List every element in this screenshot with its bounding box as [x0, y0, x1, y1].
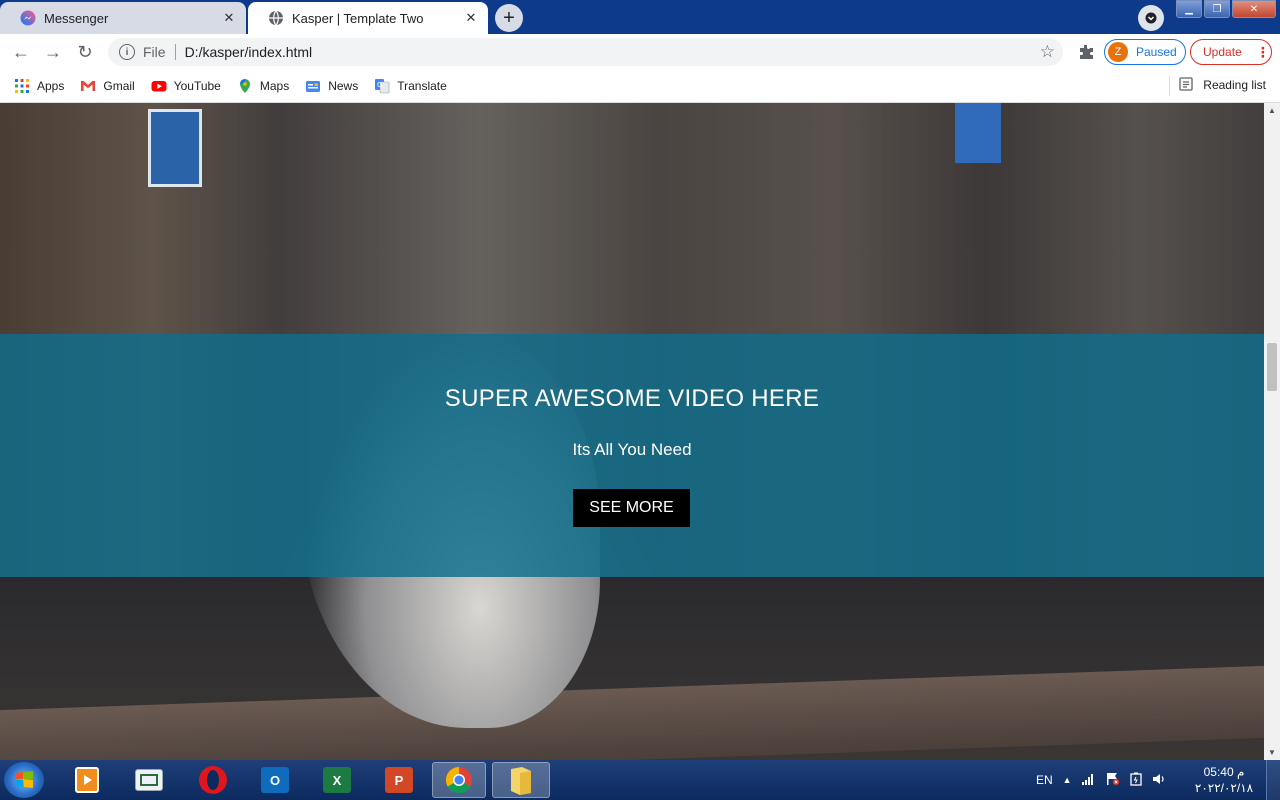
window-controls: ▁ ❐ ✕ — [1176, 0, 1276, 18]
show-desktop-button[interactable] — [1266, 760, 1280, 800]
system-tray: EN ▲ — [1036, 760, 1166, 800]
taskbar-clock[interactable]: 05:40 م ٢٠٢٢/٠٢/١٨ — [1192, 764, 1256, 796]
powerpoint-icon[interactable]: P — [374, 762, 424, 798]
profile-button[interactable]: Z Paused — [1104, 39, 1186, 65]
url-text[interactable]: D:/kasper/index.html — [185, 44, 313, 60]
reading-list-icon — [1179, 77, 1195, 93]
maps-pin-icon — [237, 78, 253, 94]
volume-icon[interactable] — [1152, 772, 1166, 789]
tab-search-icon[interactable] — [1138, 5, 1164, 31]
reading-list-label: Reading list — [1203, 78, 1266, 92]
bookmarks-divider — [1169, 76, 1170, 96]
outlook-icon[interactable]: O — [250, 762, 300, 798]
clock-time: 05:40 م — [1203, 765, 1245, 779]
bookmark-star-icon[interactable]: ☆ — [1040, 42, 1055, 62]
see-more-button[interactable]: SEE MORE — [573, 489, 690, 527]
bookmark-label: News — [328, 79, 359, 93]
close-tab-icon[interactable]: ✕ — [220, 9, 238, 27]
screen-icon[interactable] — [124, 762, 174, 798]
apps-grid-icon — [14, 78, 30, 94]
address-divider — [174, 44, 176, 60]
window-close-icon[interactable]: ✕ — [1232, 0, 1276, 18]
minimize-icon[interactable]: ▁ — [1176, 0, 1202, 18]
bookmark-youtube[interactable]: YouTube — [151, 78, 221, 94]
show-hidden-icons-icon[interactable]: ▲ — [1063, 775, 1072, 785]
bookmark-gmail[interactable]: Gmail — [80, 78, 135, 94]
network-signal-icon[interactable] — [1081, 773, 1096, 788]
action-center-flag-icon[interactable] — [1106, 772, 1120, 789]
address-bar[interactable]: i File D:/kasper/index.html ☆ — [108, 38, 1063, 66]
video-section: SUPER AWESOME VIDEO HERE Its All You Nee… — [0, 334, 1264, 577]
tab-title: Messenger — [44, 10, 109, 26]
excel-icon[interactable]: X — [312, 762, 362, 798]
back-arrow-icon[interactable]: ← — [7, 38, 35, 66]
battery-power-icon[interactable] — [1129, 772, 1142, 789]
video-subtitle: Its All You Need — [572, 440, 692, 459]
page-viewport: SUPER AWESOME VIDEO HERE Its All You Nee… — [0, 103, 1264, 760]
background-photo — [148, 109, 202, 187]
clock-date: ٢٠٢٢/٠٢/١٨ — [1194, 781, 1254, 795]
messenger-icon — [20, 10, 36, 26]
youtube-icon — [151, 78, 167, 94]
kebab-menu-icon[interactable]: ⋮ — [1256, 44, 1270, 61]
news-icon — [305, 78, 321, 94]
translate-icon: G — [374, 78, 390, 94]
bookmark-translate[interactable]: G Translate — [374, 78, 447, 94]
gmail-icon — [80, 78, 96, 94]
page-scrollbar[interactable]: ▲ ▼ — [1264, 103, 1280, 760]
avatar: Z — [1108, 42, 1128, 62]
media-player-icon[interactable] — [62, 762, 112, 798]
forward-arrow-icon[interactable]: → — [39, 38, 67, 66]
bookmark-news[interactable]: News — [305, 78, 358, 94]
background-photo — [955, 103, 1001, 163]
scroll-thumb[interactable] — [1267, 343, 1277, 391]
bookmarks-bar: Apps Gmail YouTube Maps News G Translate — [0, 70, 1280, 103]
close-tab-icon[interactable]: ✕ — [462, 9, 480, 27]
extensions-puzzle-icon[interactable] — [1076, 42, 1096, 62]
bookmark-label: Translate — [397, 79, 447, 93]
opera-icon[interactable] — [188, 762, 238, 798]
tab-kasper[interactable]: Kasper | Template Two ✕ — [248, 2, 488, 34]
bookmark-apps[interactable]: Apps — [14, 78, 64, 94]
restore-icon[interactable]: ❐ — [1204, 0, 1230, 18]
tab-strip: Messenger ✕ Kasper | Template Two ✕ + ▁ … — [0, 0, 1280, 34]
bookmark-label: Maps — [259, 79, 290, 93]
scroll-down-icon[interactable]: ▼ — [1268, 748, 1276, 757]
new-tab-button[interactable]: + — [495, 4, 523, 32]
tab-messenger[interactable]: Messenger ✕ — [0, 2, 246, 34]
bookmark-label: Apps — [37, 79, 65, 93]
bookmark-label: YouTube — [173, 79, 221, 93]
bookmark-maps[interactable]: Maps — [237, 78, 289, 94]
globe-icon — [268, 10, 284, 26]
reading-list-button[interactable]: Reading list — [1179, 77, 1266, 93]
folder-icon[interactable] — [492, 762, 550, 798]
svg-text:G: G — [377, 81, 382, 89]
windows-taskbar: O X P EN ▲ 05:40 م ٢٠٢٢/٠٢/١٨ — [0, 760, 1280, 800]
language-indicator[interactable]: EN — [1036, 773, 1053, 787]
update-button[interactable]: Update ⋮ — [1190, 39, 1272, 65]
reload-icon[interactable]: ↻ — [71, 38, 99, 66]
info-icon[interactable]: i — [119, 44, 135, 60]
start-button[interactable] — [4, 762, 44, 798]
video-title: SUPER AWESOME VIDEO HERE — [444, 385, 820, 412]
chrome-icon[interactable] — [432, 762, 486, 798]
scroll-up-icon[interactable]: ▲ — [1268, 106, 1276, 115]
scheme-label: File — [143, 44, 166, 60]
tab-title: Kasper | Template Two — [292, 10, 424, 26]
update-label: Update — [1203, 45, 1242, 59]
bookmark-label: Gmail — [103, 79, 135, 93]
profile-status: Paused — [1136, 45, 1177, 59]
